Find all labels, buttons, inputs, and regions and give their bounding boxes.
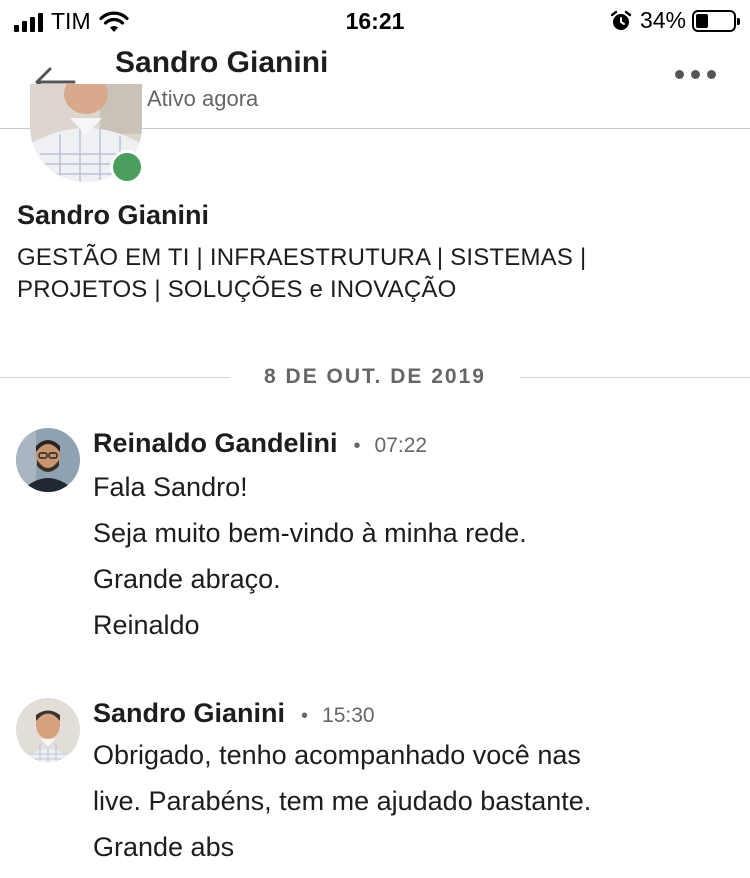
divider-line [520, 377, 750, 378]
message-text: Fala Sandro! [93, 472, 248, 502]
sender-avatar[interactable] [16, 698, 80, 762]
message-meta: Sandro Gianini • 15:30 [93, 698, 375, 729]
message-text: Obrigado, tenho acompanhado você nas [93, 740, 581, 770]
message-text: Reinaldo [93, 610, 200, 640]
avatar-photo [16, 698, 80, 762]
sender-avatar[interactable] [16, 428, 80, 492]
conversation-title[interactable]: Sandro Gianini [115, 46, 328, 80]
status-bar-right: 34% [610, 7, 740, 34]
online-indicator-icon [110, 150, 144, 184]
battery-icon [692, 9, 740, 32]
message-text: Seja muito bem-vindo à minha rede. [93, 518, 527, 548]
message-time: 07:22 [374, 434, 428, 457]
dot-icon [707, 70, 716, 79]
message-text: live. Parabéns, tem me ajudado bastante. [93, 786, 592, 816]
more-options-button[interactable] [675, 70, 716, 79]
date-divider: 8 DE OUT. DE 2019 [0, 363, 750, 391]
headline-line: GESTÃO EM TI | INFRAESTRUTURA | SISTEMAS… [17, 244, 587, 271]
message-meta: Reinaldo Gandelini • 07:22 [93, 428, 427, 459]
avatar-photo [16, 428, 80, 492]
date-label: 8 DE OUT. DE 2019 [264, 365, 486, 388]
divider-line [0, 377, 230, 378]
message-text: Grande abs [93, 832, 235, 862]
dot-icon [675, 70, 684, 79]
battery-percentage: 34% [639, 7, 686, 33]
battery-fill [696, 13, 709, 28]
sender-name[interactable]: Sandro Gianini [93, 698, 285, 729]
headline-line: PROJETOS | SOLUÇÕES e INOVAÇÃO [17, 276, 457, 303]
alarm-icon [610, 10, 632, 30]
separator-dot: • [301, 705, 309, 727]
presence-label: Ativo agora [147, 86, 259, 111]
sender-name[interactable]: Reinaldo Gandelini [93, 428, 338, 459]
separator-dot: • [353, 435, 361, 457]
status-bar: TIM 16:21 34% [0, 0, 750, 40]
message-time: 15:30 [322, 704, 375, 727]
dot-icon [691, 70, 700, 79]
profile-name[interactable]: Sandro Gianini [17, 200, 209, 231]
message-text: Grande abraço. [93, 564, 281, 594]
profile-headline: GESTÃO EM TI | INFRAESTRUTURA | SISTEMAS… [17, 242, 657, 306]
